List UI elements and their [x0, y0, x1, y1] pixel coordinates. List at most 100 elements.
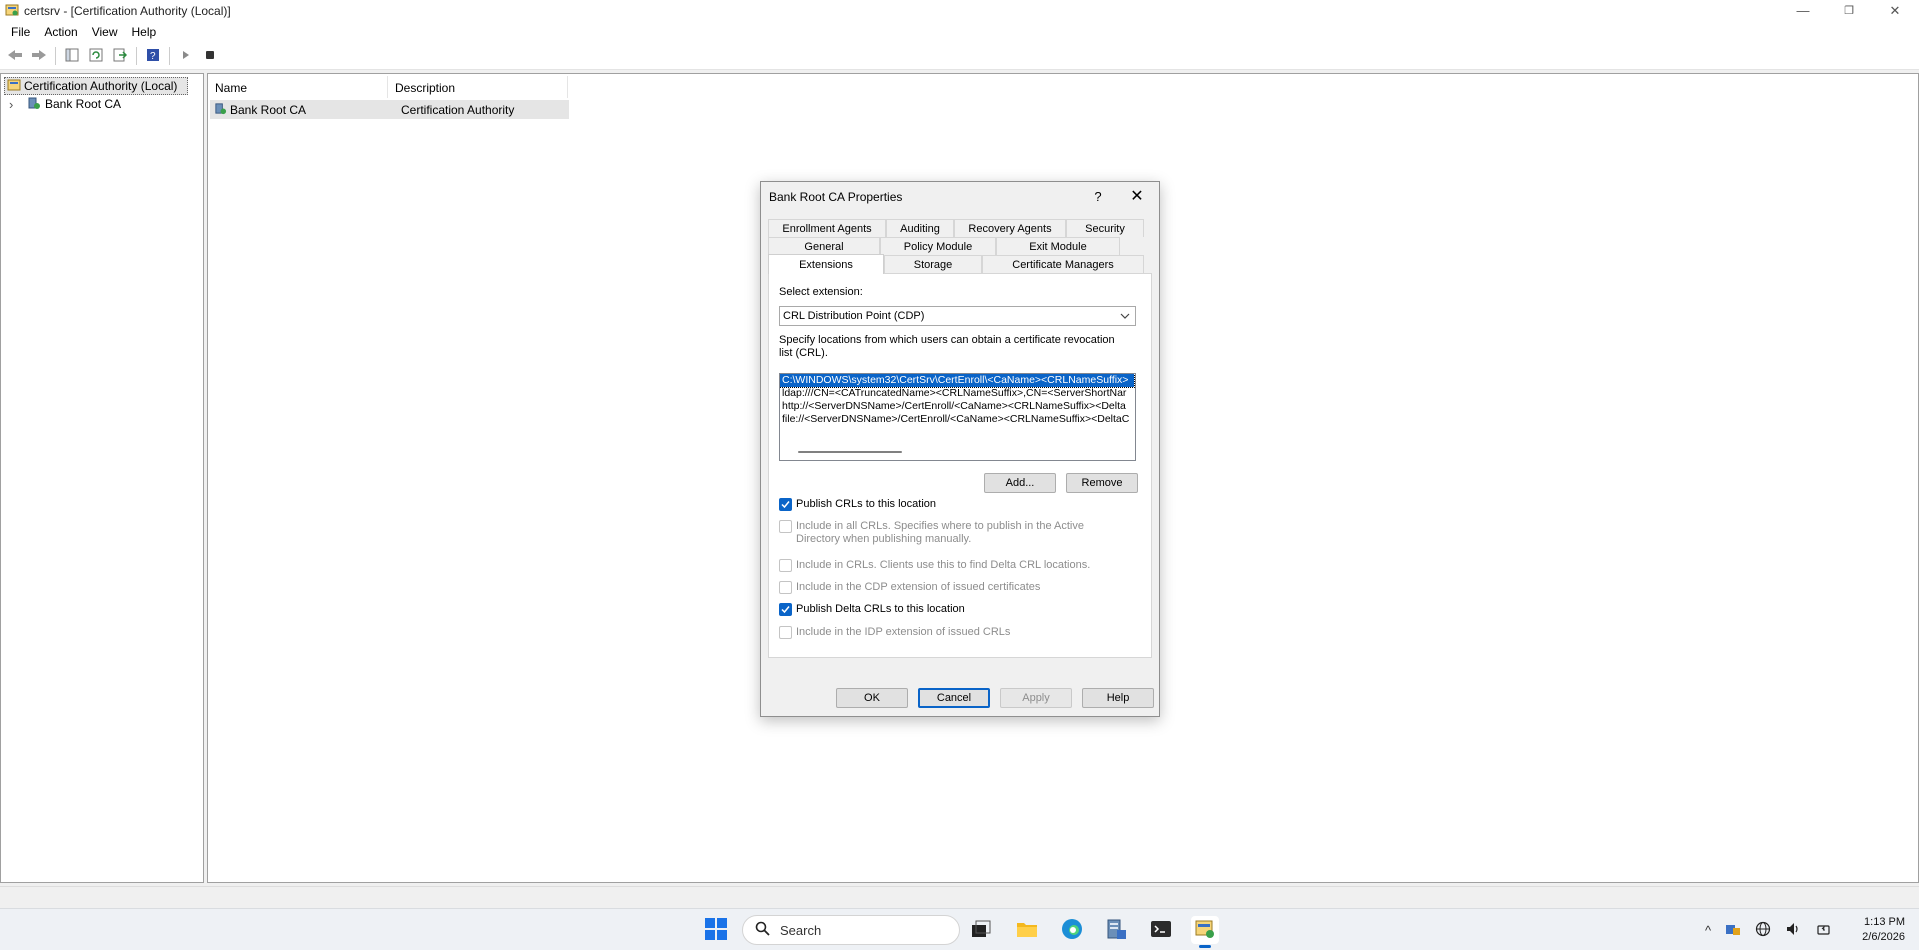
- dialog-close-button[interactable]: ✕: [1127, 186, 1147, 206]
- show-hide-console-tree-button[interactable]: [61, 45, 83, 67]
- include-in-crls-checkbox[interactable]: Include in CRLs. Clients use this to fin…: [779, 559, 1139, 572]
- server-manager-icon: [1105, 918, 1127, 943]
- certsrv-app-icon: [5, 3, 19, 17]
- tab-enrollment-agents[interactable]: Enrollment Agents: [768, 219, 886, 237]
- checkbox-label: Include in CRLs. Clients use this to fin…: [796, 559, 1091, 571]
- list-item[interactable]: C:\WINDOWS\system32\CertSrv\CertEnroll\<…: [780, 374, 1135, 388]
- checkbox-label: Publish CRLs to this location: [796, 498, 937, 510]
- checkbox-checked-icon: [779, 498, 792, 511]
- include-in-cdp-extension-checkbox[interactable]: Include in the CDP extension of issued c…: [779, 581, 1139, 594]
- list-item[interactable]: http://<ServerDNSName>/CertEnroll/<CaNam…: [780, 400, 1134, 413]
- file-explorer-button[interactable]: [1013, 916, 1041, 944]
- tab-auditing[interactable]: Auditing: [886, 219, 954, 237]
- dialog-help-action-button[interactable]: Help: [1082, 688, 1154, 708]
- menu-file[interactable]: File: [4, 21, 37, 43]
- checkbox-label: Include in the CDP extension of issued c…: [796, 581, 1041, 593]
- tree-node-label: Certification Authority (Local): [24, 79, 178, 93]
- stop-service-button[interactable]: [199, 45, 221, 67]
- table-row[interactable]: Bank Root CA Certification Authority: [210, 100, 569, 119]
- start-service-button[interactable]: [175, 45, 197, 67]
- title-bar: certsrv - [Certification Authority (Loca…: [0, 0, 1919, 21]
- tab-certificate-managers[interactable]: Certificate Managers: [982, 255, 1144, 273]
- tray-chevron-icon[interactable]: ^: [1705, 923, 1711, 938]
- include-in-idp-extension-checkbox[interactable]: Include in the IDP extension of issued C…: [779, 626, 1139, 639]
- server-manager-button[interactable]: [1102, 916, 1130, 944]
- export-list-button[interactable]: [109, 45, 131, 67]
- refresh-icon: [89, 48, 103, 65]
- tree-node-bank-root-ca[interactable]: › Bank Root CA: [9, 95, 121, 113]
- toolbar-separator: [55, 47, 56, 65]
- edge-browser-button[interactable]: [1058, 916, 1086, 944]
- tab-extensions[interactable]: Extensions: [768, 254, 884, 274]
- toolbar-separator: [169, 47, 170, 65]
- volume-icon[interactable]: [1785, 921, 1801, 940]
- checkbox-unchecked-icon: [779, 581, 792, 594]
- checkbox-label: Publish Delta CRLs to this location: [796, 603, 965, 615]
- tray-app-icon[interactable]: [1725, 922, 1741, 939]
- back-arrow-icon: [7, 49, 23, 64]
- locations-listbox[interactable]: C:\WINDOWS\system32\CertSrv\CertEnroll\<…: [779, 373, 1136, 461]
- remove-location-button[interactable]: Remove: [1066, 473, 1138, 493]
- ok-button[interactable]: OK: [836, 688, 908, 708]
- expand-chevron-icon[interactable]: ›: [9, 97, 21, 112]
- column-header-description[interactable]: Description: [388, 76, 568, 98]
- help-button[interactable]: ?: [142, 45, 164, 67]
- active-app-indicator: [1199, 945, 1211, 948]
- horizontal-scrollbar[interactable]: [798, 451, 902, 453]
- terminal-button[interactable]: [1147, 916, 1175, 944]
- tab-general[interactable]: General: [768, 237, 880, 255]
- extensions-tab-panel: Select extension: CRL Distribution Point…: [768, 273, 1152, 658]
- extension-select[interactable]: CRL Distribution Point (CDP): [779, 306, 1136, 326]
- tree-node-certification-authority[interactable]: Certification Authority (Local): [4, 77, 188, 95]
- play-icon: [181, 49, 191, 63]
- certificate-authority-icon: [7, 79, 21, 94]
- apply-button[interactable]: Apply: [1000, 688, 1072, 708]
- select-extension-label: Select extension:: [779, 286, 863, 298]
- taskbar-search-input[interactable]: Search: [742, 915, 960, 945]
- toolbar-separator: [136, 47, 137, 65]
- add-location-button[interactable]: Add...: [984, 473, 1056, 493]
- window-title: certsrv - [Certification Authority (Loca…: [24, 4, 231, 18]
- globe-icon[interactable]: [1755, 921, 1771, 940]
- checkbox-unchecked-icon: [779, 559, 792, 572]
- taskbar: Search ^ 1:13 PM 2/6/2026: [0, 908, 1919, 950]
- checkbox-label: Include in the IDP extension of issued C…: [796, 626, 1011, 638]
- column-header-name[interactable]: Name: [208, 76, 388, 98]
- minimize-button[interactable]: —: [1780, 0, 1826, 21]
- restore-button[interactable]: ❐: [1826, 0, 1872, 21]
- certsrv-taskbar-button[interactable]: [1191, 916, 1219, 948]
- task-view-button[interactable]: [967, 916, 995, 944]
- forward-arrow-icon: [31, 49, 47, 64]
- dialog-title: Bank Root CA Properties: [769, 190, 903, 204]
- svg-text:?: ?: [150, 51, 156, 62]
- close-window-button[interactable]: ✕: [1872, 0, 1918, 21]
- checkbox-label: Include in all CRLs. Specifies where to …: [796, 520, 1084, 545]
- start-button[interactable]: [702, 916, 730, 944]
- taskbar-clock[interactable]: 1:13 PM 2/6/2026: [1862, 915, 1905, 945]
- tab-security[interactable]: Security: [1066, 219, 1144, 237]
- dialog-help-button[interactable]: ?: [1088, 186, 1108, 206]
- menu-action[interactable]: Action: [37, 21, 84, 43]
- menu-view[interactable]: View: [85, 21, 125, 43]
- windows-logo-icon: [705, 917, 727, 943]
- cancel-button[interactable]: Cancel: [918, 688, 990, 708]
- clock-date: 2/6/2026: [1862, 931, 1905, 943]
- menu-help[interactable]: Help: [125, 21, 164, 43]
- back-button[interactable]: [4, 45, 26, 67]
- refresh-button[interactable]: [85, 45, 107, 67]
- include-in-all-crls-checkbox[interactable]: Include in all CRLs. Specifies where to …: [779, 520, 1139, 546]
- publish-delta-crls-checkbox[interactable]: Publish Delta CRLs to this location: [779, 603, 1139, 616]
- publish-crls-checkbox[interactable]: Publish CRLs to this location: [779, 498, 1139, 511]
- terminal-icon: [1150, 920, 1172, 941]
- tab-exit-module[interactable]: Exit Module: [996, 237, 1120, 255]
- tab-policy-module[interactable]: Policy Module: [880, 237, 996, 255]
- tab-recovery-agents[interactable]: Recovery Agents: [954, 219, 1066, 237]
- power-plug-icon[interactable]: [1815, 921, 1831, 940]
- list-item[interactable]: ldap:///CN=<CATruncatedName><CRLNameSuff…: [780, 387, 1134, 400]
- clock-time: 1:13 PM: [1864, 916, 1905, 928]
- certsrv-app-icon: [1194, 919, 1216, 942]
- checkbox-unchecked-icon: [779, 520, 792, 533]
- tab-storage[interactable]: Storage: [884, 255, 982, 273]
- list-item[interactable]: file://<ServerDNSName>/CertEnroll/<CaNam…: [780, 413, 1134, 426]
- forward-button[interactable]: [28, 45, 50, 67]
